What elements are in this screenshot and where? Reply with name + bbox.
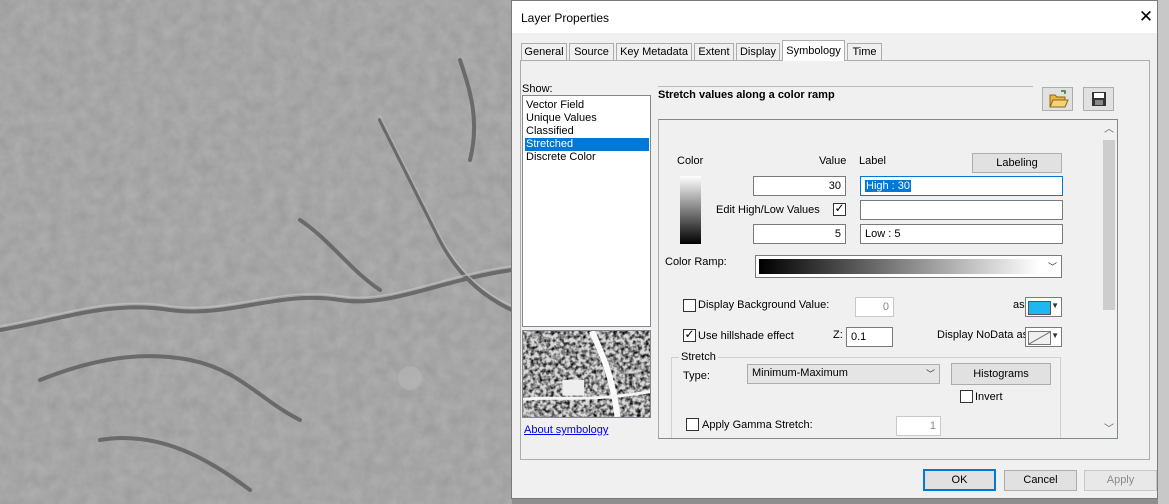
- nodata-color-swatch: [1028, 331, 1051, 345]
- show-item-classified[interactable]: Classified: [525, 125, 649, 138]
- chevron-down-icon: ﹀: [925, 369, 935, 379]
- scrollbar-thumb[interactable]: [1103, 140, 1115, 310]
- display-background-checkbox[interactable]: [683, 299, 696, 312]
- background-value-field[interactable]: 0: [855, 297, 894, 317]
- background-as-label: as: [1013, 299, 1025, 311]
- tab-key-metadata[interactable]: Key Metadata: [616, 43, 692, 60]
- color-header: Color: [677, 155, 704, 167]
- gamma-stretch-checkbox[interactable]: [686, 418, 699, 431]
- z-factor-label: Z:: [833, 329, 843, 341]
- scroll-up-icon[interactable]: ︿: [1101, 122, 1117, 138]
- background-color-swatch: [1028, 301, 1051, 315]
- show-item-vector-field[interactable]: Vector Field: [525, 99, 649, 112]
- background-color-picker[interactable]: ▼: [1025, 297, 1062, 317]
- edit-high-low-checkbox[interactable]: ✓: [833, 201, 846, 216]
- cancel-button[interactable]: Cancel: [1004, 470, 1077, 491]
- invert-checkbox[interactable]: [960, 390, 973, 403]
- close-icon[interactable]: ✕: [1136, 7, 1156, 27]
- no-color-icon: [1029, 332, 1050, 344]
- stretch-type-label: Type:: [683, 370, 710, 382]
- about-symbology-link[interactable]: About symbology: [524, 424, 608, 436]
- symbology-preview-image: [522, 330, 651, 418]
- checkmark-icon: ✓: [834, 201, 845, 215]
- show-label: Show:: [522, 83, 553, 95]
- stretch-type-dropdown[interactable]: Minimum-Maximum ﹀: [747, 364, 940, 384]
- open-layer-file-button[interactable]: [1042, 87, 1073, 111]
- save-disk-icon: [1092, 92, 1106, 106]
- color-ramp-label: Color Ramp:: [665, 256, 727, 268]
- hillshade-label: Use hillshade effect: [698, 330, 794, 342]
- mid-label-field[interactable]: [860, 200, 1063, 220]
- z-factor-field[interactable]: 0.1: [846, 327, 893, 347]
- value-header: Value: [819, 155, 847, 167]
- vertical-scrollbar[interactable]: ︿ ﹀: [1101, 120, 1117, 438]
- stretch-settings-pane: ︿ ﹀ Color Value Label Labeling 30 High :…: [658, 119, 1118, 439]
- scroll-down-icon[interactable]: ﹀: [1101, 422, 1117, 438]
- color-ramp-swatch: [680, 176, 701, 244]
- map-background-right-strip: [1158, 0, 1169, 504]
- dropdown-arrow-icon: ▼: [1051, 331, 1059, 340]
- layer-properties-dialog: Layer Properties ✕ General Source Key Me…: [511, 0, 1158, 499]
- show-item-discrete-color[interactable]: Discrete Color: [525, 151, 649, 164]
- label-header: Label: [859, 155, 886, 167]
- nodata-label: Display NoData as: [937, 329, 1029, 341]
- edit-high-low-label: Edit High/Low Values: [716, 204, 820, 216]
- stretch-group-label: Stretch: [679, 351, 718, 363]
- save-layer-file-button[interactable]: [1083, 87, 1114, 111]
- tab-display[interactable]: Display: [736, 43, 780, 60]
- tab-source[interactable]: Source: [569, 43, 614, 60]
- dialog-title: Layer Properties: [521, 11, 610, 25]
- tab-general[interactable]: General: [521, 43, 567, 60]
- open-folder-icon: [1049, 90, 1069, 108]
- high-value-field[interactable]: 30: [753, 176, 846, 196]
- heading-separator: [658, 86, 1033, 87]
- title-bar: Layer Properties ✕: [512, 1, 1157, 33]
- labeling-button[interactable]: Labeling: [972, 153, 1062, 173]
- gamma-stretch-label: Apply Gamma Stretch:: [702, 419, 813, 431]
- low-value-field[interactable]: 5: [753, 224, 846, 244]
- apply-button[interactable]: Apply: [1084, 470, 1157, 491]
- color-ramp-preview: [759, 259, 1039, 274]
- show-item-stretched[interactable]: Stretched: [525, 138, 649, 151]
- nodata-color-picker[interactable]: ▼: [1025, 327, 1062, 347]
- map-hillshade-background: [0, 0, 512, 504]
- invert-label: Invert: [975, 391, 1003, 403]
- symbology-heading: Stretch values along a color ramp: [658, 89, 835, 101]
- tab-symbology[interactable]: Symbology: [782, 40, 845, 61]
- high-label-field[interactable]: High : 30: [860, 176, 1063, 196]
- histograms-button[interactable]: Histograms: [951, 363, 1051, 385]
- show-list[interactable]: Vector Field Unique Values Classified St…: [522, 95, 651, 327]
- ok-button[interactable]: OK: [923, 469, 996, 491]
- stretch-type-value: Minimum-Maximum: [752, 367, 848, 379]
- high-label-text: High : 30: [865, 180, 912, 192]
- tab-time[interactable]: Time: [847, 43, 882, 60]
- tab-extent[interactable]: Extent: [694, 43, 734, 60]
- display-background-label: Display Background Value:: [698, 299, 830, 311]
- dropdown-arrow-icon: ▼: [1051, 301, 1059, 310]
- color-ramp-dropdown[interactable]: ﹀: [755, 255, 1062, 278]
- low-label-field[interactable]: Low : 5: [860, 224, 1063, 244]
- show-item-unique-values[interactable]: Unique Values: [525, 112, 649, 125]
- hillshade-checkbox[interactable]: ✓: [683, 327, 696, 342]
- chevron-down-icon: ﹀: [1047, 262, 1057, 272]
- checkmark-icon: ✓: [684, 327, 695, 341]
- gamma-value-field[interactable]: 1: [896, 416, 941, 436]
